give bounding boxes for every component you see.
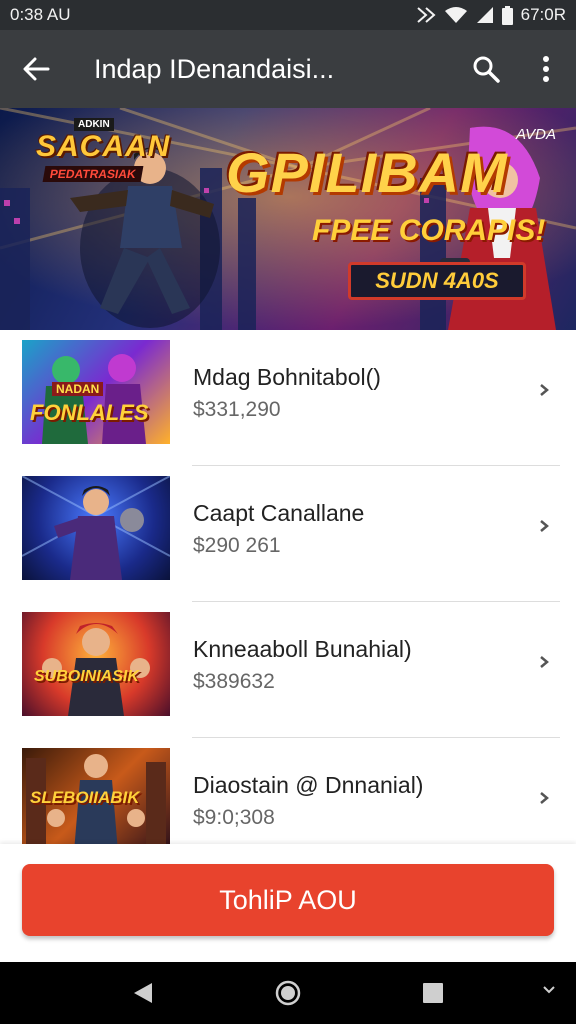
recents-square-icon	[423, 983, 444, 1003]
thumbnail-badge: NADAN	[52, 382, 104, 396]
back-arrow-icon	[23, 57, 50, 81]
product-thumbnail: SLEBOIIABIK	[22, 748, 170, 844]
app-bar: Indap IDenandaisi...	[0, 30, 576, 108]
chevron-right-icon[interactable]	[534, 652, 554, 672]
product-price: $9:0;308	[193, 806, 275, 829]
chevron-right-icon[interactable]	[534, 788, 554, 808]
system-nav-bar	[0, 962, 576, 1024]
product-name: Knneaaboll Bunahial)	[193, 636, 412, 662]
battery-icon	[501, 5, 513, 25]
banner-cta-button[interactable]: SUDN 4A0S	[348, 262, 526, 300]
more-options-button[interactable]	[516, 30, 576, 108]
chevron-right-icon[interactable]	[534, 516, 554, 536]
chevron-down-icon	[543, 986, 555, 994]
banner-corner-label: AVDA	[515, 126, 556, 143]
thumbnail-title: FONLALES	[30, 400, 149, 425]
product-price: $389632	[193, 670, 275, 693]
thumbnail-title: SLEBOIIABIK	[30, 788, 140, 807]
list-item[interactable]: SLEBOIIABIK Diaostain @ Dnnanial) $9:0;3…	[0, 738, 576, 844]
list-item[interactable]: FONLALES NADAN Mdag Bohnitabol() $331,29…	[0, 330, 576, 466]
bottom-action-area: TohliP AOU	[0, 844, 576, 962]
more-vert-icon	[543, 56, 549, 82]
nav-home-button[interactable]	[268, 973, 308, 1013]
nav-recents-button[interactable]	[413, 973, 453, 1013]
product-thumbnail: SUBOINIASIK	[22, 612, 170, 716]
promo-banner[interactable]: ADKIN SACAAN PEDATRASIAK AVDA GPILIBAM F…	[0, 108, 576, 330]
product-price: $331,290	[193, 398, 281, 421]
thumbnail-title: SUBOINIASIK	[34, 668, 139, 685]
status-bar: 0:38 AU 67:0R	[0, 0, 576, 30]
back-triangle-icon	[133, 983, 152, 1003]
nav-back-button[interactable]	[123, 973, 163, 1013]
search-icon	[473, 56, 500, 83]
status-clock-right: 67:0R	[520, 5, 566, 24]
banner-subtitle: FPEE CORAPIS!	[312, 214, 546, 247]
banner-left-subtitle: PEDATRASIAK	[42, 166, 144, 182]
primary-action-button[interactable]: TohliP AOU	[22, 864, 554, 936]
search-button[interactable]	[456, 30, 516, 108]
chevron-right-icon[interactable]	[534, 380, 554, 400]
status-icons: 67:0R	[416, 5, 566, 25]
page-title: Indap IDenandaisi...	[94, 53, 335, 84]
back-button[interactable]	[0, 30, 72, 108]
wifi-icon	[444, 7, 467, 23]
product-thumbnail: FONLALES NADAN	[22, 340, 170, 444]
product-name: Diaostain @ Dnnanial)	[193, 772, 424, 798]
product-list: FONLALES NADAN Mdag Bohnitabol() $331,29…	[0, 330, 576, 844]
screen: 0:38 AU 67:0R Indap IDenandaisi... ADKIN…	[0, 0, 576, 1024]
status-time: 0:38 AU	[10, 5, 71, 24]
list-item[interactable]: Caapt Canallane $290 261	[0, 466, 576, 602]
home-circle-icon	[275, 980, 301, 1006]
product-thumbnail	[22, 476, 170, 580]
banner-left-title: SACAAN	[36, 130, 171, 163]
product-price: $290 261	[193, 534, 281, 557]
nfc-icon	[416, 7, 436, 23]
banner-title: GPILIBAM	[226, 141, 508, 204]
list-item[interactable]: SUBOINIASIK Knneaaboll Bunahial) $389632	[0, 602, 576, 738]
nav-collapse-button[interactable]	[542, 982, 556, 1000]
signal-icon	[476, 7, 493, 23]
product-name: Mdag Bohnitabol()	[193, 364, 381, 390]
product-name: Caapt Canallane	[193, 500, 365, 526]
